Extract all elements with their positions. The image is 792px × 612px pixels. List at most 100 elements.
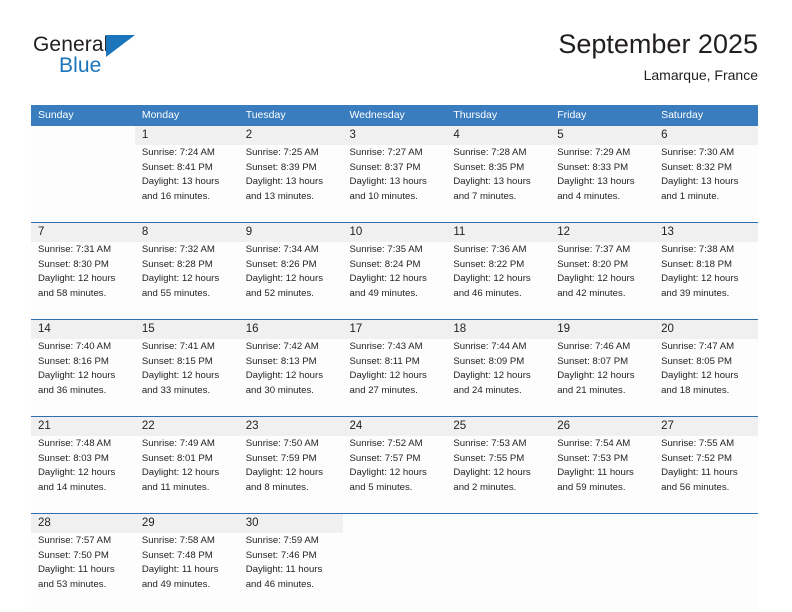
day-info-line: Sunset: 7:53 PM — [557, 452, 629, 464]
day-info-line: Sunrise: 7:34 AM — [245, 244, 319, 255]
calendar-table: Sunday Monday Tuesday Wednesday Thursday… — [31, 105, 758, 610]
day-number-cell[interactable]: 8 — [134, 222, 239, 242]
day-info-cell: Sunrise: 7:46 AM Sunset: 8:07 PM Daylight:… — [550, 339, 655, 417]
day-info-line: and 59 minutes. — [557, 481, 626, 493]
day-info-line: Daylight: 12 hours — [453, 370, 531, 382]
day-info-line: and 55 minutes. — [141, 287, 211, 299]
day-info-line: Sunrise: 7:37 AM — [557, 244, 631, 255]
calendar-grid: Sunday Monday Tuesday Wednesday Thursday… — [31, 105, 758, 610]
day-info-line: Sunset: 7:46 PM — [245, 549, 317, 561]
day-info-line: Daylight: 11 hours — [38, 564, 115, 576]
day-info-cell: Sunrise: 7:43 AM Sunset: 8:11 PM Daylight:… — [342, 339, 447, 417]
day-number-cell[interactable]: 27 — [654, 416, 758, 436]
day-number-cell[interactable]: 19 — [550, 319, 655, 339]
day-number-cell[interactable]: 26 — [550, 416, 655, 436]
calendar-header-row: Sunday Monday Tuesday Wednesday Thursday… — [31, 105, 758, 126]
day-number-cell[interactable]: 24 — [342, 416, 447, 436]
day-info-line: Daylight: 12 hours — [38, 273, 116, 285]
day-number-cell[interactable]: 20 — [654, 319, 758, 339]
day-info-line: Sunrise: 7:55 AM — [661, 438, 735, 449]
day-info-line: Sunset: 8:11 PM — [349, 355, 420, 367]
day-number-cell[interactable]: 23 — [238, 416, 343, 436]
day-number-cell[interactable]: 10 — [342, 222, 447, 242]
day-info-line: Daylight: 12 hours — [38, 370, 116, 382]
day-info-line: Sunset: 8:24 PM — [349, 258, 421, 270]
day-number-cell[interactable]: 25 — [446, 416, 551, 436]
day-info-line: Sunset: 8:35 PM — [453, 161, 525, 173]
day-info-line: Sunrise: 7:35 AM — [349, 244, 423, 255]
day-number-cell[interactable]: 30 — [238, 513, 343, 533]
day-number-cell[interactable]: 12 — [550, 222, 655, 242]
day-info-cell-empty — [31, 145, 135, 223]
day-info-line: Sunrise: 7:54 AM — [557, 438, 631, 449]
day-info-line: and 18 minutes. — [661, 384, 730, 396]
day-info-line: and 2 minutes. — [453, 481, 517, 493]
day-info-cell: Sunrise: 7:59 AM Sunset: 7:46 PM Daylight:… — [238, 533, 343, 610]
week-detail-row: Sunrise: 7:31 AM Sunset: 8:30 PM Daylight:… — [31, 242, 758, 320]
day-number-cell[interactable]: 11 — [446, 222, 551, 242]
day-number-cell[interactable]: 15 — [134, 319, 239, 339]
day-number-cell[interactable]: 5 — [550, 126, 655, 145]
day-info-line: Sunrise: 7:50 AM — [245, 438, 319, 449]
day-info-cell: Sunrise: 7:24 AM Sunset: 8:41 PM Daylight:… — [134, 145, 239, 223]
day-number-cell[interactable]: 6 — [654, 126, 758, 145]
day-info-line: Sunset: 8:18 PM — [661, 258, 732, 270]
day-info-line: Daylight: 12 hours — [349, 273, 427, 285]
day-info-line: Sunset: 8:05 PM — [661, 355, 732, 367]
day-info-line: Sunrise: 7:46 AM — [557, 341, 631, 352]
day-info-line: and 33 minutes. — [141, 384, 211, 396]
day-info-line: Sunrise: 7:38 AM — [661, 244, 735, 255]
title-block: September 2025 Lamarque, France — [558, 28, 758, 84]
day-cell-empty — [550, 513, 655, 533]
day-info-line: Daylight: 12 hours — [245, 273, 324, 285]
day-info-cell: Sunrise: 7:41 AM Sunset: 8:15 PM Daylight:… — [134, 339, 239, 417]
day-info-line: Sunrise: 7:48 AM — [38, 438, 112, 449]
day-info-line: Sunset: 8:20 PM — [557, 258, 629, 270]
day-info-line: Sunrise: 7:59 AM — [245, 535, 319, 546]
day-info-line: Sunset: 8:07 PM — [557, 355, 629, 367]
day-info-cell-empty — [550, 533, 655, 610]
day-number-cell[interactable]: 13 — [654, 222, 758, 242]
day-info-cell: Sunrise: 7:25 AM Sunset: 8:39 PM Daylight:… — [238, 145, 343, 223]
day-number-cell[interactable]: 22 — [134, 416, 239, 436]
day-number-cell[interactable]: 28 — [31, 513, 135, 533]
day-info-line: Sunrise: 7:29 AM — [557, 147, 631, 158]
day-number-cell[interactable]: 14 — [31, 319, 135, 339]
day-info-line: Daylight: 12 hours — [141, 273, 220, 285]
day-info-line: and 56 minutes. — [661, 481, 730, 493]
day-info-cell: Sunrise: 7:32 AM Sunset: 8:28 PM Daylight:… — [134, 242, 239, 320]
day-info-cell: Sunrise: 7:57 AM Sunset: 7:50 PM Daylight:… — [31, 533, 135, 610]
day-info-cell: Sunrise: 7:40 AM Sunset: 8:16 PM Daylight:… — [31, 339, 135, 417]
day-info-line: and 10 minutes. — [349, 190, 418, 202]
day-number-cell[interactable]: 4 — [446, 126, 551, 145]
day-info-line: Daylight: 12 hours — [141, 467, 220, 479]
day-info-line: and 42 minutes. — [557, 287, 626, 299]
day-number-cell[interactable]: 17 — [342, 319, 447, 339]
day-info-line: Sunrise: 7:31 AM — [38, 244, 112, 255]
day-number-cell[interactable]: 21 — [31, 416, 135, 436]
day-number-cell[interactable]: 29 — [134, 513, 239, 533]
day-info-line: and 13 minutes. — [245, 190, 314, 202]
day-info-line: Daylight: 13 hours — [245, 176, 324, 188]
day-number-cell[interactable]: 16 — [238, 319, 343, 339]
day-number-cell[interactable]: 9 — [238, 222, 343, 242]
week-detail-row: Sunrise: 7:48 AM Sunset: 8:03 PM Daylight:… — [31, 436, 758, 514]
day-info-line: Sunset: 7:52 PM — [661, 452, 732, 464]
week-detail-row: Sunrise: 7:57 AM Sunset: 7:50 PM Daylight:… — [31, 533, 758, 610]
day-info-line: Daylight: 11 hours — [141, 564, 219, 576]
day-info-cell: Sunrise: 7:36 AM Sunset: 8:22 PM Daylight:… — [446, 242, 551, 320]
weekday-header-sunday: Sunday — [31, 105, 135, 126]
day-number-cell[interactable]: 1 — [134, 126, 239, 145]
day-info-line: Sunrise: 7:44 AM — [453, 341, 527, 352]
day-info-line: Sunrise: 7:42 AM — [245, 341, 319, 352]
calendar-page: General Blue September 2025 Lamarque, Fr… — [0, 0, 792, 612]
day-info-cell: Sunrise: 7:27 AM Sunset: 8:37 PM Daylight:… — [342, 145, 447, 223]
day-info-line: Sunset: 8:09 PM — [453, 355, 525, 367]
day-info-cell: Sunrise: 7:38 AM Sunset: 8:18 PM Daylight:… — [654, 242, 758, 320]
day-number-cell[interactable]: 18 — [446, 319, 551, 339]
day-number-cell[interactable]: 2 — [238, 126, 343, 145]
day-info-line: Sunset: 8:30 PM — [38, 258, 109, 270]
day-number-cell[interactable]: 7 — [31, 222, 135, 242]
day-number-cell[interactable]: 3 — [342, 126, 447, 145]
day-info-line: and 49 minutes. — [349, 287, 418, 299]
